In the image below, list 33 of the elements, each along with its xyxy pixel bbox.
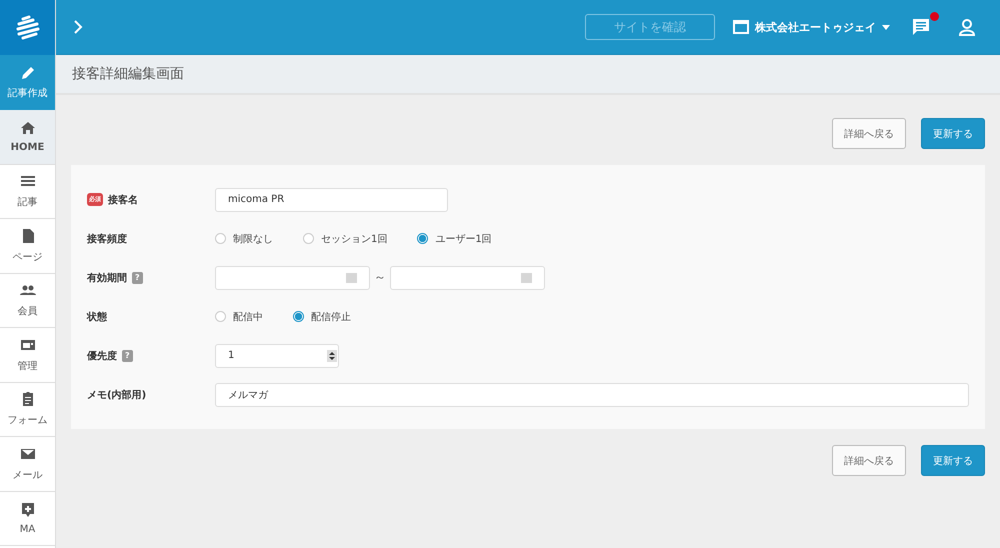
back-button[interactable]: 詳細へ戻る [832, 118, 906, 149]
field-label: 接客名 [108, 193, 138, 206]
calendar-icon [521, 272, 532, 283]
chevron-right-icon[interactable] [73, 20, 83, 34]
home-icon [20, 120, 36, 136]
field-label: メモ(内部用) [87, 388, 146, 402]
radio-option[interactable]: ユーザー1回 [417, 232, 492, 246]
field-label: 優先度 [87, 349, 117, 362]
pencil-icon [20, 65, 36, 81]
radio-option[interactable]: 配信停止 [293, 310, 351, 324]
range-separator: ～ [374, 269, 386, 286]
radio-option[interactable]: 制限なし [215, 232, 273, 246]
radio-option[interactable]: 配信中 [215, 310, 263, 324]
text-field[interactable]: micoma PR [215, 188, 448, 212]
message-icon[interactable] [912, 18, 930, 36]
spinner-icon[interactable] [327, 350, 337, 362]
text-field[interactable]: メルマガ [215, 382, 969, 406]
date-field[interactable] [390, 266, 545, 290]
number-field[interactable]: 1 [215, 344, 339, 368]
page-title: 接客詳細編集画面 [72, 65, 184, 83]
date-field[interactable] [215, 266, 370, 290]
field-label: 接客頻度 [87, 232, 127, 246]
back-button[interactable]: 詳細へ戻る [832, 445, 906, 476]
caret-icon [882, 24, 890, 30]
window-icon [733, 20, 749, 34]
calendar-icon [346, 272, 357, 283]
logo-icon[interactable] [0, 0, 55, 55]
radio-option[interactable]: セッション1回 [303, 232, 388, 246]
plus-bubble-icon [20, 502, 36, 518]
field-label: 有効期間 [87, 272, 127, 284]
sidebar-item[interactable]: HOME [0, 110, 55, 164]
user-icon[interactable] [958, 18, 976, 36]
field-label: 状態 [87, 310, 107, 324]
